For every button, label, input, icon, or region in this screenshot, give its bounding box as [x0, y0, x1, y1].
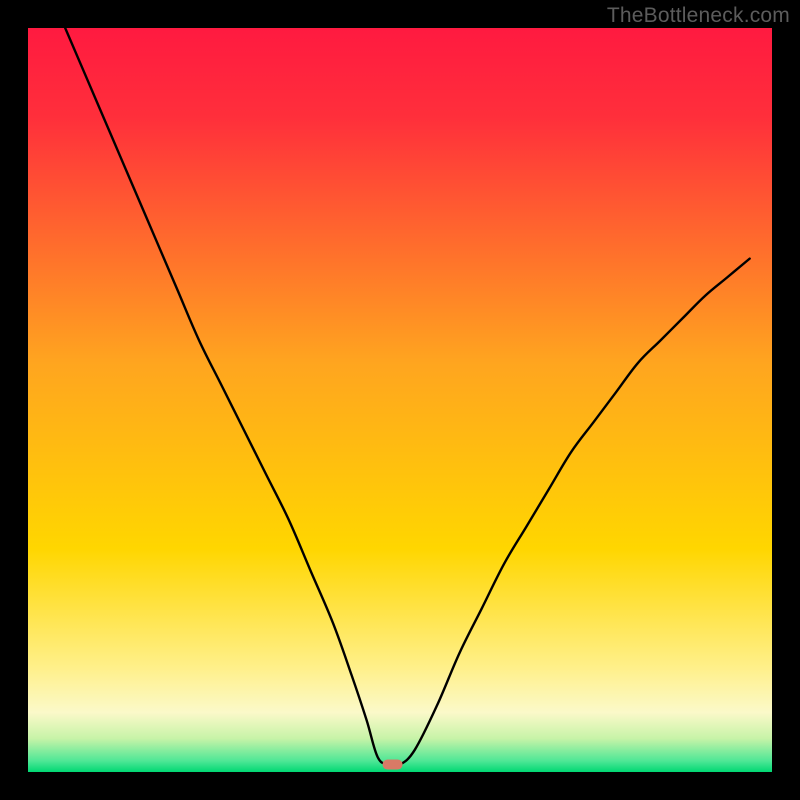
bottleneck-plot [28, 28, 772, 772]
attribution-text: TheBottleneck.com [607, 4, 790, 28]
chart-container: TheBottleneck.com [0, 0, 800, 800]
optimal-marker [383, 760, 403, 770]
gradient-background [28, 28, 772, 772]
